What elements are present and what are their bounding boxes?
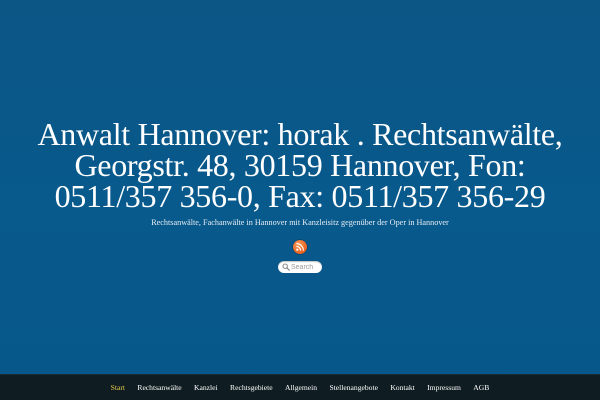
site-header: Anwalt Hannover: horak . Rechtsanwälte, … — [0, 0, 600, 374]
nav-item-kanzlei[interactable]: Kanzlei — [194, 383, 218, 392]
main-navigation: Start Rechtsanwälte Kanzlei Rechtsgebiet… — [0, 374, 600, 400]
search-input[interactable] — [291, 261, 320, 273]
nav-item-kontakt[interactable]: Kontakt — [390, 383, 414, 392]
nav-item-rechtsanwaelte[interactable]: Rechtsanwälte — [137, 383, 181, 392]
nav-list: Start Rechtsanwälte Kanzlei Rechtsgebiet… — [0, 375, 600, 400]
nav-item-allgemein[interactable]: Allgemein — [285, 383, 317, 392]
nav-item-impressum[interactable]: Impressum — [427, 383, 461, 392]
search-box — [278, 261, 322, 273]
site-tagline: Rechtsanwälte, Fachanwälte in Hannover m… — [151, 218, 449, 227]
rss-feed-button[interactable] — [293, 240, 307, 254]
site-title[interactable]: Anwalt Hannover: horak . Rechtsanwälte, … — [20, 118, 580, 212]
nav-item-stellenangebote[interactable]: Stellenangebote — [329, 383, 378, 392]
nav-item-rechtsgebiete[interactable]: Rechtsgebiete — [230, 383, 273, 392]
rss-icon — [296, 243, 304, 251]
nav-item-agb[interactable]: AGB — [473, 383, 489, 392]
search-icon — [282, 263, 290, 271]
nav-item-start[interactable]: Start — [111, 383, 125, 392]
